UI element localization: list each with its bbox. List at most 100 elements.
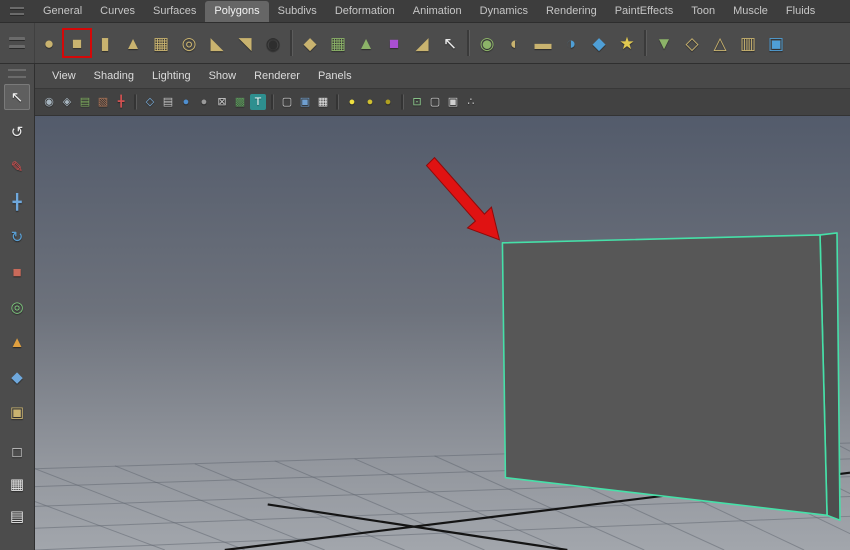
shelf-tab-bar: General Curves Surfaces Polygons Subdivs Defo… — [0, 0, 850, 23]
move-tool[interactable]: ╋ — [4, 189, 30, 215]
uv-mapping-icon[interactable]: ▣ — [763, 30, 789, 56]
shelf-menu-button[interactable] — [0, 0, 34, 22]
shelf-tab[interactable]: Muscle — [724, 1, 777, 22]
poly-cube-object[interactable] — [501, 232, 841, 522]
textured-mode-icon[interactable]: ● — [196, 94, 212, 110]
share-view-icon[interactable]: ∴ — [463, 94, 479, 110]
xray-icon[interactable]: ▣ — [297, 94, 313, 110]
split-pane-layout-button[interactable]: ▤ — [4, 503, 30, 529]
show-manipulator-tool[interactable]: ◆ — [4, 364, 30, 390]
insert-edge-loop-icon[interactable]: ▥ — [735, 30, 761, 56]
poly-torus-icon[interactable]: ◎ — [176, 30, 202, 56]
poly-cube-icon[interactable]: ■ — [64, 30, 90, 56]
soft-modification-tool[interactable]: ▲ — [4, 329, 30, 355]
poly-cone-icon[interactable]: ▲ — [120, 30, 146, 56]
transparency-icon[interactable]: ▦ — [315, 94, 331, 110]
toolbar-separator — [134, 94, 137, 110]
shelf-tab[interactable]: Deformation — [326, 1, 404, 22]
default-material-icon[interactable]: ▢ — [279, 94, 295, 110]
four-pane-layout-button[interactable]: ▦ — [4, 471, 30, 497]
poly-sphere-icon[interactable]: ● — [36, 30, 62, 56]
shelf-grip-icon — [9, 45, 25, 49]
axis-icon[interactable]: ╋ — [113, 94, 129, 110]
render-region-icon[interactable]: ▩ — [232, 94, 248, 110]
shaded-mode-icon[interactable]: ● — [178, 94, 194, 110]
sculpt-geometry-icon[interactable]: ★ — [614, 30, 640, 56]
normals-icon[interactable]: ▼ — [651, 30, 677, 56]
shelf-tab[interactable]: Rendering — [537, 1, 606, 22]
merge-vertices-icon[interactable]: ◉ — [474, 30, 500, 56]
bevel-icon[interactable]: ◐ — [502, 30, 528, 56]
select-tool[interactable]: ↖ — [4, 84, 30, 110]
toolbox: ↖ ↺ ✎ ╋ ↻ ■ ◎ ▲ ◆ ▣ □ ▦ ▤ — [0, 64, 35, 550]
bridge-icon[interactable]: ▬ — [530, 30, 556, 56]
menu-grip-icon — [10, 6, 24, 10]
extrude-icon[interactable]: ▲ — [353, 30, 379, 56]
shelf-tab[interactable]: Dynamics — [471, 1, 537, 22]
image-plane-icon[interactable]: ▧ — [95, 94, 111, 110]
shelf-tab[interactable]: Polygons — [205, 1, 269, 22]
highlight-selection-icon[interactable]: ⊡ — [409, 94, 425, 110]
crease-tool-icon[interactable]: ◢ — [409, 30, 435, 56]
panel-menubar: View Shading Lighting Show Renderer Panels — [35, 64, 850, 89]
panel-menu[interactable]: Lighting — [143, 64, 200, 88]
poly-soccer-ball-icon[interactable]: ◉ — [260, 30, 286, 56]
subdiv-proxy-icon[interactable]: ■ — [381, 30, 407, 56]
shelf-tab[interactable]: Animation — [404, 1, 471, 22]
shelf-separator — [290, 30, 293, 56]
poly-cylinder-icon[interactable]: ▮ — [92, 30, 118, 56]
shelf-tab-list: General Curves Surfaces Polygons Subdivs Defo… — [34, 0, 824, 22]
panel-menu[interactable]: Shading — [85, 64, 143, 88]
panel-menu[interactable]: Show — [200, 64, 246, 88]
texture-view-icon[interactable]: T — [250, 94, 266, 110]
viewport-canvas[interactable] — [35, 116, 850, 550]
panel-menu[interactable]: View — [43, 64, 85, 88]
paint-select-tool[interactable]: ✎ — [4, 154, 30, 180]
isolate-select-icon[interactable]: ▢ — [427, 94, 443, 110]
perspective-panel: View Shading Lighting Show Renderer Panels ◉ ◈… — [35, 64, 850, 550]
last-tool-icon[interactable]: ▣ — [4, 399, 30, 425]
interactive-split-icon[interactable]: ↖ — [437, 30, 463, 56]
default-light-icon[interactable]: ● — [380, 94, 396, 110]
bookmarks-icon[interactable]: ▤ — [77, 94, 93, 110]
universal-manipulator-tool[interactable]: ◎ — [4, 294, 30, 320]
film-gate-icon[interactable]: ▤ — [160, 94, 176, 110]
shelf-grip-icon — [9, 37, 25, 41]
wireframe-mode-icon[interactable]: ◇ — [142, 94, 158, 110]
split-edge-icon[interactable]: ◇ — [679, 30, 705, 56]
shelf-tab[interactable]: Toon — [682, 1, 724, 22]
shelf-tab[interactable]: Surfaces — [144, 1, 205, 22]
smooth-icon[interactable]: ◆ — [297, 30, 323, 56]
poly-plane-icon[interactable]: ▦ — [148, 30, 174, 56]
toolbar-separator — [271, 94, 274, 110]
scale-tool[interactable]: ■ — [4, 259, 30, 285]
shelf-options-button[interactable] — [0, 23, 35, 63]
poly-pyramid-icon[interactable]: ◥ — [232, 30, 258, 56]
panel-menu[interactable]: Renderer — [245, 64, 309, 88]
shelf-tab[interactable]: PaintEffects — [606, 1, 683, 22]
lasso-select-tool[interactable]: ↺ — [4, 119, 30, 145]
camera-attributes-icon[interactable]: ◈ — [59, 94, 75, 110]
all-lights-icon[interactable]: ● — [344, 94, 360, 110]
shelf-separator — [467, 30, 470, 56]
panel-menu[interactable]: Panels — [309, 64, 361, 88]
maya-window: General Curves Surfaces Polygons Subdivs Defo… — [0, 0, 850, 550]
shelf-tab[interactable]: Subdivs — [269, 1, 326, 22]
mirror-geometry-icon[interactable]: ◆ — [586, 30, 612, 56]
selected-lights-icon[interactable]: ● — [362, 94, 378, 110]
boolean-icon[interactable]: ◑ — [558, 30, 584, 56]
add-divisions-icon[interactable]: ▦ — [325, 30, 351, 56]
select-camera-icon[interactable]: ◉ — [41, 94, 57, 110]
frame-all-icon[interactable]: ▣ — [445, 94, 461, 110]
toolbox-grip-icon[interactable] — [8, 69, 26, 78]
shelf-tab[interactable]: Curves — [91, 1, 144, 22]
shelf-tab[interactable]: Fluids — [777, 1, 824, 22]
shelf-tab[interactable]: General — [34, 1, 91, 22]
single-pane-layout-button[interactable]: □ — [4, 439, 30, 465]
no-image-icon[interactable]: ⊠ — [214, 94, 230, 110]
shelf-separator — [644, 30, 647, 56]
viewport[interactable] — [35, 116, 850, 550]
poly-prism-icon[interactable]: ◣ — [204, 30, 230, 56]
append-polygon-icon[interactable]: △ — [707, 30, 733, 56]
rotate-tool[interactable]: ↻ — [4, 224, 30, 250]
